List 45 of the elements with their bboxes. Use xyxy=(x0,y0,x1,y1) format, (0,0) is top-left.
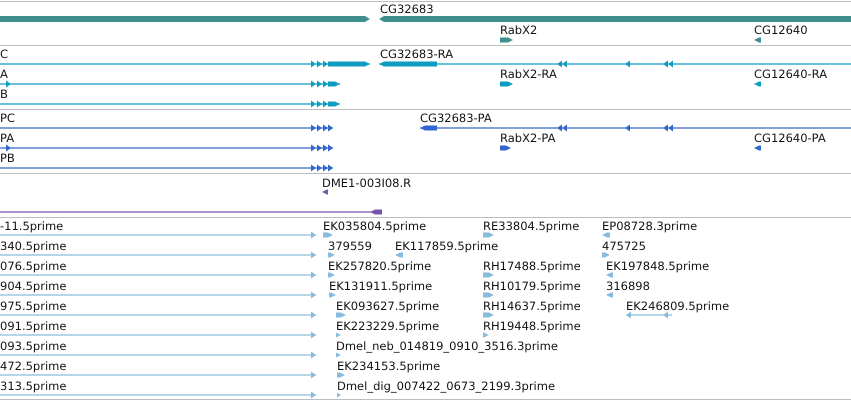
feature-label: CG12640 xyxy=(754,23,808,37)
feature-label: CG12640-RA xyxy=(754,67,828,81)
feature-label: B xyxy=(0,87,8,101)
feature-label: PC xyxy=(0,111,15,125)
feature-label: CG12640-PA xyxy=(754,131,826,145)
feature-label: Dmel_neb_014819_0910_3516.3prime xyxy=(336,339,558,353)
feature-label: EK246809.5prime xyxy=(626,299,730,313)
feature-label: RH19448.5prime xyxy=(483,319,581,333)
feature-label: 472.5prime xyxy=(0,359,66,373)
feature-label: RE33804.5prime xyxy=(483,219,580,233)
feature-label: 093.5prime xyxy=(0,339,66,353)
feature-label: 091.5prime xyxy=(0,319,66,333)
feature-label: EK035804.5prime xyxy=(323,219,426,233)
feature-label: 904.5prime xyxy=(0,279,66,293)
feature-label: CG32683-RA xyxy=(380,47,454,61)
feature-label: PB xyxy=(0,151,15,165)
feature-label: EK223229.5prime xyxy=(336,319,440,333)
feature-label: EK234153.5prime xyxy=(337,359,440,373)
feature-label: EK093627.5prime xyxy=(336,299,440,313)
feature-label: RabX2 xyxy=(500,23,538,37)
feature-label: EK117859.5prime xyxy=(395,239,498,253)
feature-label: 340.5prime xyxy=(0,239,66,253)
feature-label: -11.5prime xyxy=(0,219,64,233)
feature-label: 313.5prime xyxy=(0,379,66,393)
feature-label: 316898 xyxy=(606,279,650,293)
feature-label: 475725 xyxy=(602,239,646,253)
feature-label: C xyxy=(0,47,8,61)
feature-label: PA xyxy=(0,131,14,145)
feature-label: 379559 xyxy=(328,239,372,253)
feature-label: EP08728.3prime xyxy=(602,219,698,233)
feature-label: A xyxy=(0,67,8,81)
feature-label: RabX2-RA xyxy=(500,67,557,81)
feature-label: RabX2-PA xyxy=(500,131,556,145)
feature-label: 076.5prime xyxy=(0,259,66,273)
feature-label: CG32683 xyxy=(380,2,434,16)
feature-label: EK197848.5prime xyxy=(606,259,710,273)
feature-label: Dmel_dig_007422_0673_2199.3prime xyxy=(337,379,556,393)
feature-label: DME1-003I08.R xyxy=(322,176,412,190)
feature-label: 975.5prime xyxy=(0,299,66,313)
feature-label: RH17488.5prime xyxy=(483,259,581,273)
feature-label: EK131911.5prime xyxy=(329,279,432,293)
feature-label: CG32683-PA xyxy=(420,111,492,125)
feature-label: EK257820.5prime xyxy=(328,259,432,273)
feature-label: RH10179.5prime xyxy=(483,279,581,293)
feature-label: RH14637.5prime xyxy=(483,299,581,313)
